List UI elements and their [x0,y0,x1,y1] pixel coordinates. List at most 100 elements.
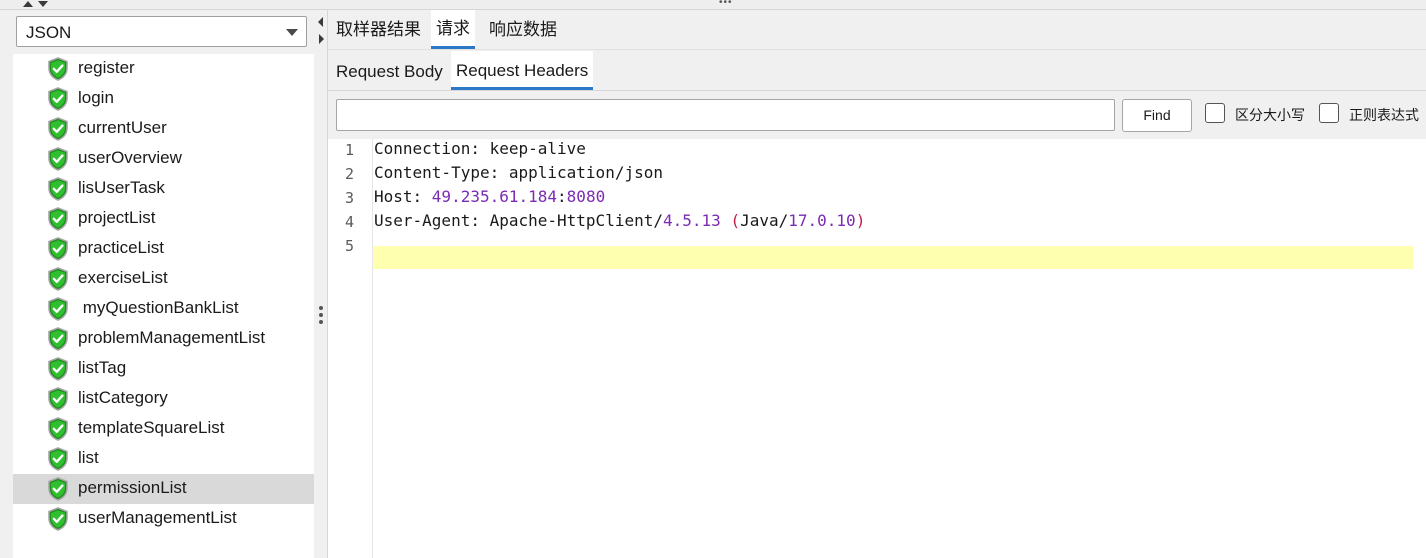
top-splitter[interactable]: ••• [0,0,1426,10]
host-port: 8080 [566,187,606,206]
header-separator: : [470,211,490,230]
headers-editor[interactable]: 1 2 3 4 5 Connection: keep-alive Content… [328,139,1426,558]
case-sensitive-label: 区分大小写 [1235,107,1305,123]
tree-item[interactable]: permissionList [13,474,314,504]
header-value: Java [740,211,779,230]
code-line: Connection: keep-alive [374,139,586,158]
line-number: 5 [344,237,354,255]
shield-check-icon [47,357,69,381]
collapse-up-icon[interactable] [23,1,33,7]
shield-check-icon [47,87,69,111]
header-separator: : [489,163,509,182]
tree-item-label: permissionList [78,478,187,497]
slash: / [778,211,789,230]
header-key: Connection [374,139,471,158]
line-number: 2 [344,165,354,183]
expand-right-icon[interactable] [319,34,324,44]
shield-check-icon [47,447,69,471]
shield-check-icon [47,297,69,321]
line-number: 4 [344,213,354,231]
tree-item[interactable]: userManagementList [13,504,314,534]
version-number: 17.0.10 [788,211,856,230]
tree-item[interactable]: practiceList [13,234,314,264]
tree-item[interactable]: list [13,444,314,474]
header-value: json [624,163,663,182]
tree-item[interactable]: listTag [13,354,314,384]
shield-check-icon [47,207,69,231]
header-value: Apache-HttpClient [489,211,654,230]
shield-check-icon [47,267,69,291]
line-number: 3 [344,189,354,207]
collapse-left-icon[interactable] [318,17,323,27]
expand-down-icon[interactable] [38,1,48,7]
sampler-result-tree: register login currentUser userOverview lisU… [13,54,314,558]
tab-response-data[interactable]: 响应数据 [484,10,562,49]
renderer-select[interactable]: JSON [16,16,307,47]
regex-checkbox[interactable] [1319,103,1339,123]
left-panel: JSON register login currentUser userOvervie… [0,10,314,558]
tree-item-label: lisUserTask [78,178,165,197]
tree-item[interactable]: projectList [13,204,314,234]
right-panel: 取样器结果 请求 响应数据 Request Body Request Heade… [328,10,1426,558]
tree-item[interactable]: register [13,54,314,84]
splitter-grip-icon[interactable] [319,320,323,324]
tree-item[interactable]: problemManagementList [13,324,314,354]
splitter-grip-icon[interactable] [319,313,323,317]
tree-item[interactable]: userOverview [13,144,314,174]
header-key: Content-Type [374,163,490,182]
left-paren: ( [730,211,741,230]
tree-item-label: userManagementList [78,508,237,527]
line-number-gutter: 1 2 3 4 5 [328,139,373,558]
tree-item-label: currentUser [78,118,167,137]
header-key: Host [374,187,413,206]
chevron-down-icon[interactable] [286,29,298,36]
tree-item[interactable]: listCategory [13,384,314,414]
tree-item[interactable]: currentUser [13,114,314,144]
case-sensitive-checkbox[interactable] [1205,103,1225,123]
tab-request[interactable]: 请求 [431,10,475,49]
tree-item-label: projectList [78,208,156,227]
tree-item-label: listCategory [78,388,168,407]
splitter-grip-icon[interactable] [319,306,323,310]
shield-check-icon [47,147,69,171]
shield-check-icon [47,57,69,81]
tree-item-label: login [78,88,114,107]
tab-request-headers[interactable]: Request Headers [451,51,594,90]
tab-sampler-result[interactable]: 取样器结果 [331,10,426,49]
colon: : [557,187,567,206]
tree-item-label: register [78,58,135,77]
code-line: User-Agent: Apache-HttpClient / 4.5.13 (Ja… [374,211,865,230]
version-number: 4.5.13 [663,211,721,230]
host-ip: 49.235.61.184 [431,187,558,206]
tab-divider [328,49,1426,50]
shield-check-icon [47,417,69,441]
find-button[interactable]: Find [1122,99,1192,132]
search-input[interactable] [336,99,1115,131]
tree-item-label: listTag [78,358,127,377]
tree-item[interactable]: login [13,84,314,114]
header-separator: : [412,187,432,206]
header-value: keep-alive [489,139,586,158]
tree-item-label: templateSquareList [78,418,225,437]
tree-item[interactable]: exerciseList [13,264,314,294]
splitter-grip-icon[interactable]: ••• [719,0,733,8]
shield-check-icon [47,177,69,201]
shield-check-icon [47,387,69,411]
regex-label: 正则表达式 [1349,107,1419,123]
header-key: User-Agent [374,211,471,230]
shield-check-icon [47,507,69,531]
tree-item-label: userOverview [78,148,182,167]
tree-item-label: practiceList [78,238,164,257]
tree-item[interactable]: myQuestionBankList [13,294,314,324]
header-separator: : [470,139,490,158]
shield-check-icon [47,327,69,351]
tree-item[interactable]: templateSquareList [13,414,314,444]
line-number: 1 [344,141,354,159]
right-paren: ) [855,211,866,230]
current-line-highlight [373,246,1413,269]
tree-item[interactable]: lisUserTask [13,174,314,204]
tree-item-label: problemManagementList [78,328,266,347]
vertical-splitter[interactable] [314,10,328,558]
tab-request-body[interactable]: Request Body [331,51,448,90]
tree-item-label: exerciseList [78,268,168,287]
